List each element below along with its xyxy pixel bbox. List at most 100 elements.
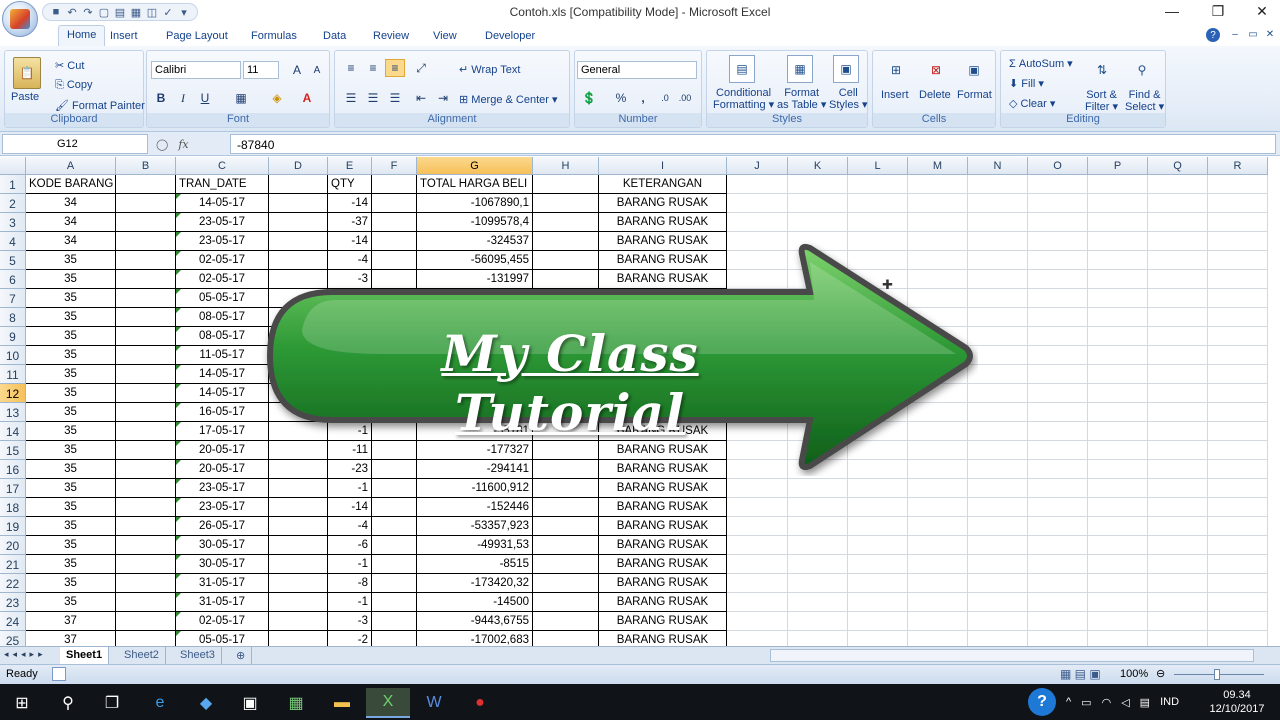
cell[interactable] <box>372 441 417 460</box>
cell[interactable] <box>116 593 176 612</box>
cell[interactable] <box>1088 612 1148 631</box>
cell[interactable] <box>1088 479 1148 498</box>
cell[interactable] <box>968 498 1028 517</box>
cell[interactable] <box>1088 232 1148 251</box>
dropbox-icon[interactable]: ◆ <box>184 688 228 718</box>
cell[interactable] <box>1208 441 1268 460</box>
cell-keterangan[interactable]: BARANG RUSAK <box>599 498 727 517</box>
cell[interactable] <box>968 403 1028 422</box>
cell[interactable] <box>727 232 788 251</box>
cell-qty[interactable]: -8 <box>328 574 372 593</box>
cell-qty[interactable]: -14 <box>328 232 372 251</box>
cell[interactable] <box>1028 213 1088 232</box>
word-taskbar-icon[interactable]: W <box>412 688 456 718</box>
cell[interactable] <box>788 232 848 251</box>
align-middle-icon[interactable]: ≡ <box>363 59 383 77</box>
cell[interactable] <box>968 346 1028 365</box>
cell[interactable] <box>533 289 599 308</box>
cell[interactable] <box>968 175 1028 194</box>
cell[interactable] <box>116 403 176 422</box>
cell[interactable] <box>1148 213 1208 232</box>
cell[interactable] <box>1148 232 1208 251</box>
tab-developer[interactable]: Developer <box>485 27 535 47</box>
cell[interactable] <box>269 593 328 612</box>
cell[interactable] <box>269 498 328 517</box>
cell[interactable] <box>727 593 788 612</box>
app-icon[interactable]: ▦ <box>274 688 318 718</box>
cell[interactable] <box>1088 308 1148 327</box>
tab-view[interactable]: View <box>433 27 457 47</box>
search-icon[interactable]: ⚲ <box>46 688 90 718</box>
cell[interactable] <box>788 536 848 555</box>
cell[interactable] <box>788 441 848 460</box>
cell[interactable] <box>269 327 328 346</box>
cell[interactable] <box>727 536 788 555</box>
cell[interactable] <box>1148 574 1208 593</box>
cell[interactable] <box>533 612 599 631</box>
cell[interactable] <box>908 384 968 403</box>
cell[interactable] <box>1028 574 1088 593</box>
cell[interactable] <box>788 213 848 232</box>
volume-icon[interactable]: ◁ <box>1121 696 1129 709</box>
cell-kode-barang[interactable]: 34 <box>26 232 116 251</box>
cell-keterangan[interactable]: BARANG RUSAK <box>599 555 727 574</box>
cell[interactable] <box>269 479 328 498</box>
cell-qty[interactable]: -23 <box>328 460 372 479</box>
cell[interactable] <box>372 289 417 308</box>
cell[interactable] <box>788 479 848 498</box>
insert-function-button[interactable]: fx <box>178 138 188 151</box>
cell[interactable] <box>788 593 848 612</box>
cell-keterangan[interactable]: BARANG RUSAK <box>599 441 727 460</box>
cell[interactable] <box>908 422 968 441</box>
cell[interactable] <box>1208 270 1268 289</box>
cell-tran-date[interactable]: 14-05-17 <box>176 365 269 384</box>
cell[interactable] <box>788 175 848 194</box>
cell[interactable] <box>908 251 968 270</box>
cell[interactable] <box>372 232 417 251</box>
cell[interactable] <box>269 308 328 327</box>
cell[interactable] <box>269 555 328 574</box>
cell[interactable] <box>1148 175 1208 194</box>
cell[interactable] <box>1028 536 1088 555</box>
store-icon[interactable]: ▣ <box>228 688 272 718</box>
cell[interactable] <box>1088 327 1148 346</box>
cell-keterangan[interactable] <box>599 289 727 308</box>
cell[interactable] <box>1208 175 1268 194</box>
cell[interactable] <box>727 479 788 498</box>
cell[interactable] <box>1148 365 1208 384</box>
cell[interactable] <box>1208 365 1268 384</box>
ribbon-restore-icon[interactable]: ▭ <box>1246 26 1260 42</box>
minimize-button[interactable]: — <box>1152 0 1192 22</box>
column-header-j[interactable]: J <box>727 157 788 175</box>
cell[interactable] <box>968 574 1028 593</box>
cell[interactable] <box>848 251 908 270</box>
merge-center-button[interactable]: ⊞ Merge & Center ▾ <box>459 93 558 106</box>
increase-indent-icon[interactable]: ⇥ <box>433 89 453 107</box>
cell[interactable] <box>788 270 848 289</box>
cell-tran-date[interactable]: 08-05-17 <box>176 327 269 346</box>
cell-qty[interactable]: -2 <box>328 631 372 646</box>
cell[interactable] <box>1208 194 1268 213</box>
tray-chevron-icon[interactable]: ^ <box>1066 696 1071 708</box>
cell-total-harga[interactable] <box>417 289 533 308</box>
cell[interactable] <box>908 194 968 213</box>
align-top-icon[interactable]: ≡ <box>341 59 361 77</box>
cell[interactable] <box>968 384 1028 403</box>
cell[interactable] <box>727 555 788 574</box>
cell[interactable] <box>968 555 1028 574</box>
orientation-icon[interactable]: ⤢ <box>411 59 431 77</box>
bold-button[interactable]: B <box>151 89 171 107</box>
cell[interactable] <box>1088 270 1148 289</box>
cell[interactable] <box>269 232 328 251</box>
font-name-select[interactable]: Calibri <box>151 61 241 79</box>
shrink-font-icon[interactable]: A <box>307 61 327 79</box>
cell[interactable] <box>848 441 908 460</box>
cell-kode-barang[interactable]: 35 <box>26 365 116 384</box>
cell[interactable] <box>968 631 1028 646</box>
cell[interactable] <box>533 213 599 232</box>
cell[interactable] <box>269 536 328 555</box>
cell-total-harga[interactable]: -56095,455 <box>417 251 533 270</box>
cell-tran-date[interactable]: 08-05-17 <box>176 308 269 327</box>
cell[interactable] <box>1208 536 1268 555</box>
cell-tran-date[interactable]: 30-05-17 <box>176 536 269 555</box>
